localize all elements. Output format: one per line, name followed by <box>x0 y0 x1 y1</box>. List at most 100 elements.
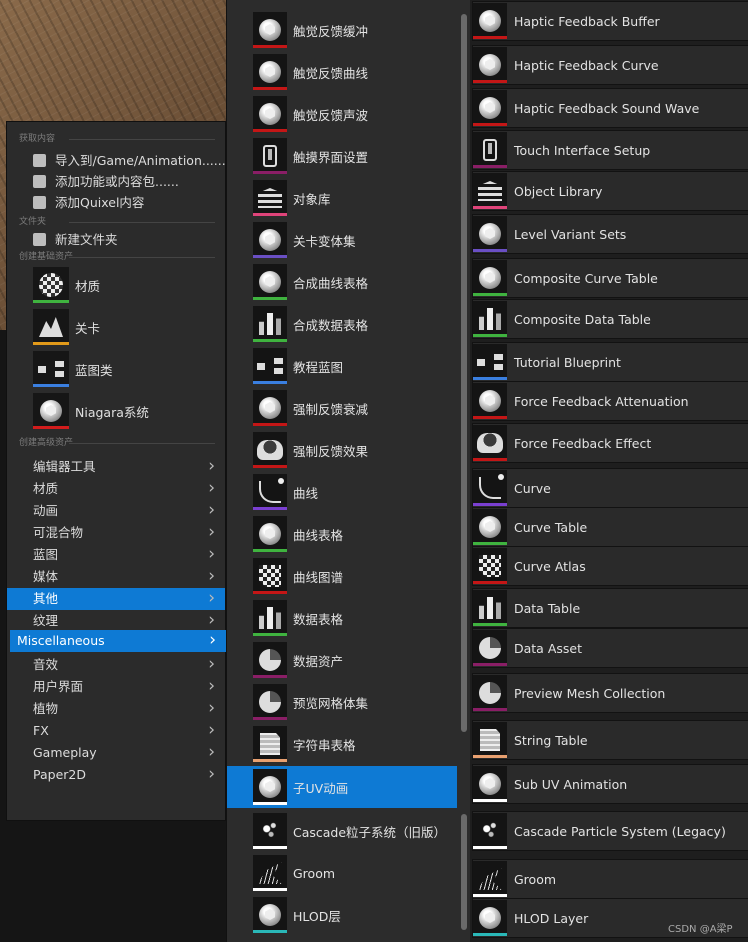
asset-menu-item[interactable]: 数据表格 <box>253 597 473 639</box>
asset-menu-item[interactable]: 教程蓝图 <box>253 345 473 387</box>
basic-asset-item[interactable]: 材质 <box>7 264 225 306</box>
scrollbar-lower[interactable] <box>461 814 467 930</box>
asset-menu-item[interactable]: HLOD层 <box>253 894 473 936</box>
add-quixel-label: 添加Quixel内容 <box>55 195 145 210</box>
asset-menu-item-en[interactable]: Cascade Particle System (Legacy) <box>472 811 748 851</box>
category-item[interactable]: 材质 <box>7 477 225 500</box>
asset-menu-label: 曲线图谱 <box>293 569 344 585</box>
asset-menu-item-en[interactable]: Data Asset <box>472 628 748 668</box>
asset-menu-item-en[interactable]: Force Feedback Attenuation <box>472 381 748 421</box>
asset-menu-label: 强制反馈衰减 <box>293 401 369 417</box>
composite-data-table-icon <box>473 301 507 337</box>
asset-menu-item[interactable]: 关卡变体集 <box>253 219 473 261</box>
asset-menu-item[interactable]: 触觉反馈声波 <box>253 93 473 135</box>
import-menu-item[interactable]: 导入到/Game/Animation...... <box>7 150 225 171</box>
category-item[interactable]: 编辑器工具 <box>7 455 225 478</box>
section-header-get-content: 获取内容 <box>7 132 225 146</box>
asset-menu-item-en[interactable]: Object Library <box>472 171 748 211</box>
asset-menu-item-en[interactable]: Composite Data Table <box>472 299 748 339</box>
asset-menu-label: 数据资产 <box>293 653 344 669</box>
asset-menu-item[interactable]: 对象库 <box>253 177 473 219</box>
basic-asset-item[interactable]: 关卡 <box>7 306 225 348</box>
asset-menu-label: Groom <box>293 865 336 881</box>
curve-icon <box>473 470 507 506</box>
asset-menu-item-en[interactable]: Composite Curve Table <box>472 258 748 298</box>
category-item[interactable]: 用户界面 <box>7 675 225 698</box>
category-item[interactable]: 其他 <box>7 587 225 610</box>
asset-menu-item[interactable]: 合成曲线表格 <box>253 261 473 303</box>
asset-menu-label-en: Data Table <box>514 600 581 616</box>
new-folder-menu-item[interactable]: 新建文件夹 <box>7 229 225 250</box>
level-variant-sets-icon <box>253 222 287 258</box>
asset-menu-item[interactable]: 强制反馈效果 <box>253 429 473 471</box>
asset-menu-item-en[interactable]: Haptic Feedback Buffer <box>472 1 748 41</box>
quixel-icon <box>33 196 46 209</box>
asset-menu-item[interactable]: 触觉反馈曲线 <box>253 51 473 93</box>
asset-menu-label: 触摸界面设置 <box>293 149 369 165</box>
category-item[interactable]: 媒体 <box>7 565 225 588</box>
asset-menu-label-en: Composite Data Table <box>514 311 651 327</box>
section-header-advanced-assets: 创建高级资产 <box>7 436 225 450</box>
asset-menu-item-en[interactable]: Data Table <box>472 588 748 628</box>
import-icon <box>33 154 46 167</box>
asset-menu-label-en: Force Feedback Effect <box>514 435 652 451</box>
category-item[interactable]: FX <box>7 719 225 742</box>
asset-menu-item[interactable]: 触觉反馈缓冲 <box>253 9 473 51</box>
string-table-icon <box>253 726 287 762</box>
scrollbar-upper[interactable] <box>461 14 467 732</box>
basic-asset-item[interactable]: Niagara系统 <box>7 390 225 432</box>
asset-menu-label: 子UV动画 <box>293 780 349 796</box>
asset-menu-item-en[interactable]: Haptic Feedback Sound Wave <box>472 88 748 128</box>
category-item[interactable]: 植物 <box>7 697 225 720</box>
other-assets-submenu-cn: 触觉反馈缓冲 触觉反馈曲线 触觉反馈声波触摸界面设置对象库 关卡变体集 合成曲线表格 合成… <box>226 0 470 942</box>
asset-menu-item-en[interactable]: Sub UV Animation <box>472 764 748 804</box>
category-item[interactable]: Paper2D <box>7 763 225 786</box>
asset-menu-item-en[interactable]: Haptic Feedback Curve <box>472 45 748 85</box>
basic-asset-item[interactable]: 蓝图类 <box>7 348 225 390</box>
cascade-particle-icon <box>253 813 287 849</box>
submenu-miscellaneous[interactable]: Miscellaneous <box>10 629 226 652</box>
haptic-sound-wave-icon <box>473 90 507 126</box>
asset-menu-item-en[interactable]: Curve <box>472 468 748 508</box>
asset-menu-item[interactable]: 曲线 <box>253 471 473 513</box>
asset-menu-item-en[interactable]: Force Feedback Effect <box>472 423 748 463</box>
groom-icon <box>473 861 507 897</box>
asset-menu-item[interactable]: 强制反馈衰减 <box>253 387 473 429</box>
category-item[interactable]: Gameplay <box>7 741 225 764</box>
asset-menu-item[interactable]: 触摸界面设置 <box>253 135 473 177</box>
asset-menu-item[interactable]: 数据资产 <box>253 639 473 681</box>
asset-menu-item-en[interactable]: Curve Atlas <box>472 546 748 586</box>
category-item[interactable]: 动画 <box>7 499 225 522</box>
asset-menu-item-en[interactable]: Curve Table <box>472 507 748 547</box>
asset-menu-item[interactable]: 合成数据表格 <box>253 303 473 345</box>
asset-menu-label: 强制反馈效果 <box>293 443 369 459</box>
category-item[interactable]: 音效 <box>7 653 225 676</box>
asset-menu-item-en[interactable]: Groom <box>472 859 748 899</box>
asset-menu-item-en[interactable]: Level Variant Sets <box>472 214 748 254</box>
add-feature-pack-menu-item[interactable]: 添加功能或内容包...... <box>7 171 225 192</box>
object-library-icon <box>473 173 507 209</box>
asset-menu-item[interactable]: 字符串表格 <box>253 723 473 765</box>
category-item[interactable]: 蓝图 <box>7 543 225 566</box>
asset-menu-item[interactable]: 子UV动画 <box>253 766 473 808</box>
asset-menu-label-en: Object Library <box>514 183 603 199</box>
asset-menu-item[interactable]: 预览网格体集 <box>253 681 473 723</box>
asset-menu-item[interactable]: 曲线图谱 <box>253 555 473 597</box>
category-item[interactable]: 纹理 <box>7 609 225 632</box>
asset-menu-item[interactable]: Cascade粒子系统（旧版） <box>253 810 473 852</box>
new-folder-icon <box>33 233 46 246</box>
add-quixel-menu-item[interactable]: 添加Quixel内容 <box>7 192 225 213</box>
object-library-icon <box>253 180 287 216</box>
asset-menu-label: 预览网格体集 <box>293 695 369 711</box>
asset-menu-item-en[interactable]: Preview Mesh Collection <box>472 673 748 713</box>
asset-menu-label-en: Curve <box>514 480 551 496</box>
asset-menu-item[interactable]: 曲线表格 <box>253 513 473 555</box>
sub-uv-animation-icon <box>253 769 287 805</box>
category-item[interactable]: 可混合物 <box>7 521 225 544</box>
asset-menu-item-en[interactable]: Touch Interface Setup <box>472 130 748 170</box>
data-asset-icon <box>473 630 507 666</box>
asset-menu-item-en[interactable]: Tutorial Blueprint <box>472 342 748 382</box>
asset-menu-item-en[interactable]: String Table <box>472 720 748 760</box>
asset-menu-item[interactable]: Groom <box>253 852 473 894</box>
haptic-buffer-icon <box>473 3 507 39</box>
